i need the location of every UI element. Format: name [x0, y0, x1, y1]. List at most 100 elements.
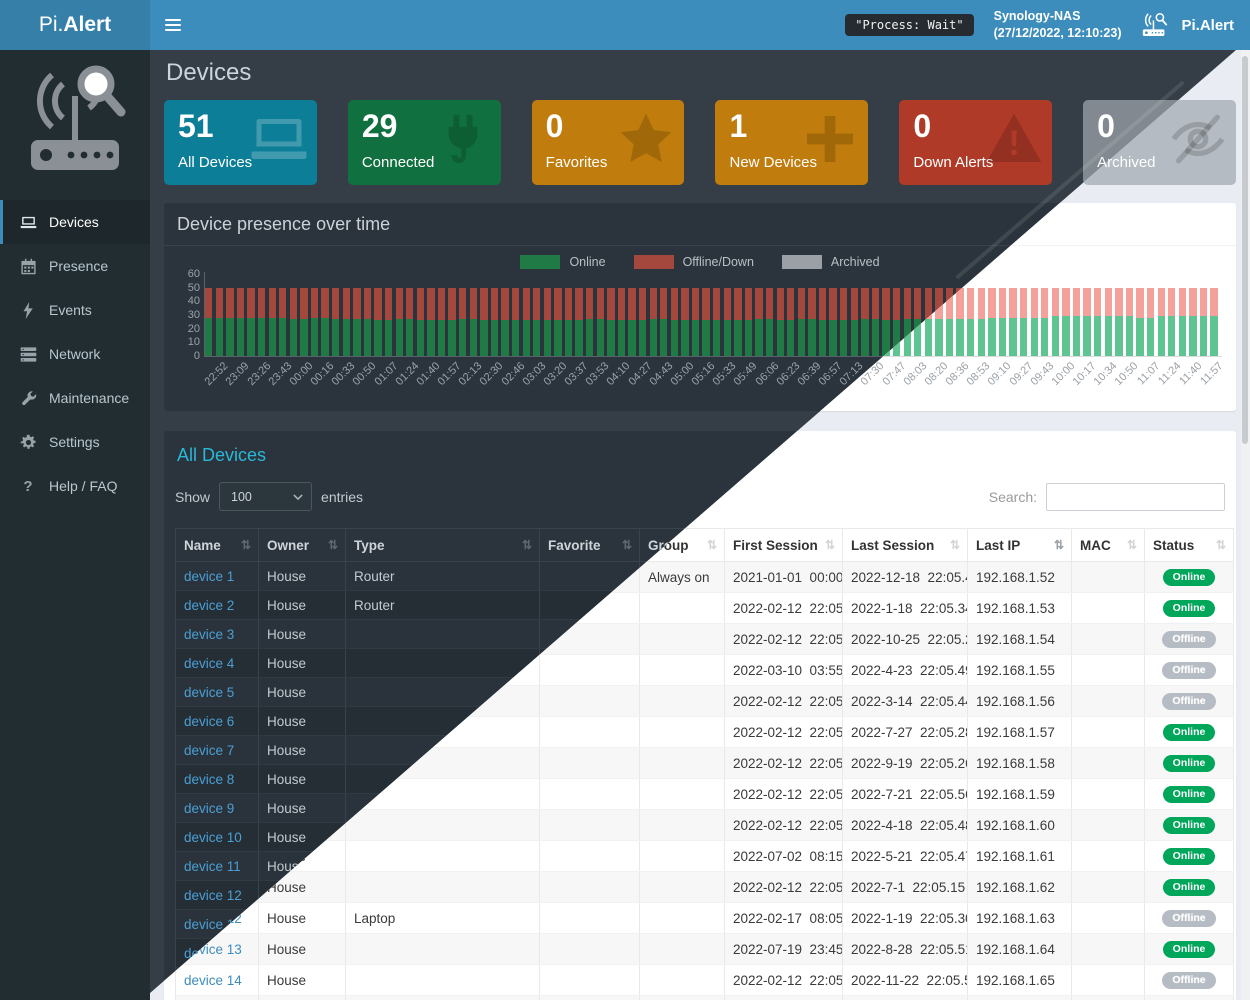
device-name-link[interactable]: device 3 [184, 627, 234, 642]
sidebar-item-label: Events [49, 302, 92, 318]
chart-bar-online-segment [1062, 316, 1069, 356]
entries-select[interactable]: 100 [219, 482, 312, 511]
cell-text: 2022-02-12 22:05 [733, 880, 843, 895]
chart-bar [872, 288, 879, 356]
chart-bar-online-segment [258, 318, 265, 356]
device-name-link[interactable]: device 5 [184, 685, 234, 700]
chart-bar-online-segment [406, 319, 413, 356]
device-name-link[interactable]: device 10 [184, 830, 242, 845]
device-name-link[interactable]: device 2 [184, 598, 234, 613]
chart-bar [205, 288, 212, 356]
chart-bar-online-segment [935, 319, 942, 356]
device-name-link[interactable]: device 14 [184, 973, 242, 988]
sort-icon: ⇅ [1127, 538, 1136, 552]
x-tick-label: 07:47 [880, 360, 908, 388]
sidebar-item-devices[interactable]: Devices [0, 200, 150, 244]
column-header-inner: Owner⇅ [267, 538, 337, 553]
column-header-last-session[interactable]: Last Session⇅ [843, 529, 968, 562]
cell-text: 2022-4-18 22:05.48 [851, 818, 968, 833]
sidebar-toggle-icon[interactable] [150, 0, 196, 50]
cell-owner: House [259, 965, 346, 996]
pialert-logo [0, 50, 150, 186]
column-header-owner[interactable]: Owner⇅ [259, 529, 346, 562]
column-header-first-session[interactable]: First Session⇅ [725, 529, 843, 562]
cell-favorite [540, 965, 640, 996]
legend-item-offline-down[interactable]: Offline/Down [634, 255, 754, 269]
sidebar-item-maintenance[interactable]: Maintenance [0, 376, 150, 420]
cell-name: device 3 [176, 620, 259, 649]
device-name-link[interactable]: device 12 [184, 888, 242, 903]
device-name-link[interactable]: device 7 [184, 743, 234, 758]
card-all-devices[interactable]: 51All Devices [164, 100, 317, 185]
column-header-inner: Status⇅ [1153, 538, 1225, 553]
x-tick-label: 03:03 [520, 360, 548, 388]
device-name-link[interactable]: device 4 [184, 656, 234, 671]
legend-swatch [634, 255, 674, 269]
column-header-status[interactable]: Status⇅ [1145, 529, 1234, 562]
scrollbar-thumb[interactable] [1242, 56, 1248, 444]
cell-owner: House [259, 707, 346, 736]
sidebar-item-events[interactable]: Events [0, 288, 150, 332]
chart-bar-online-segment [734, 320, 741, 356]
device-name-link[interactable]: device 8 [184, 772, 234, 787]
cell-first-session: 2022-02-12 22:05 [725, 779, 843, 810]
table-row: device 15HouseSwitchAlways on2022-02-12 … [176, 996, 1234, 1000]
x-tick-label: 03:53 [584, 360, 612, 388]
chart-bar-online-segment [851, 320, 858, 356]
chart-bar-online-segment [290, 319, 297, 356]
device-name-link[interactable]: device 11 [184, 859, 241, 874]
cell-favorite [540, 996, 640, 1000]
app-logo[interactable]: Pi.Alert [0, 0, 150, 50]
cell-text: 2022-7-1 22:05.15 [851, 880, 965, 895]
cell-first-session: 2022-02-17 08:05 [725, 903, 843, 934]
sidebar-item-presence[interactable]: Presence [0, 244, 150, 288]
column-header-type[interactable]: Type⇅ [346, 529, 540, 562]
cell-text: House [267, 685, 306, 700]
plug-icon [433, 110, 493, 168]
sidebar-item-network[interactable]: Network [0, 332, 150, 376]
chart-bar-online-segment [1158, 316, 1165, 356]
chart-bar-online-segment [491, 320, 498, 356]
vertical-scrollbar[interactable] [1241, 50, 1250, 1000]
nas-name: Synology-NAS [994, 8, 1122, 25]
column-header-name[interactable]: Name⇅ [176, 529, 259, 562]
cell-last-session: 2022-10-25 22:05.23 [843, 624, 968, 655]
device-name-link[interactable]: device 6 [184, 714, 234, 729]
cell-text: 2022-02-12 22:05 [733, 601, 843, 616]
cell-mac [1072, 965, 1145, 996]
chart-bar-online-segment [1031, 318, 1038, 356]
column-header-last-ip[interactable]: Last IP⇅ [968, 529, 1072, 562]
card-connected[interactable]: 29Connected [348, 100, 501, 185]
sidebar-item-help-faq[interactable]: ?Help / FAQ [0, 464, 150, 508]
card-new-devices[interactable]: 1New Devices [715, 100, 868, 185]
cell-mac [1072, 841, 1145, 872]
chart-bar-online-segment [777, 320, 784, 356]
legend-item-online[interactable]: Online [520, 255, 605, 269]
sidebar-item-settings[interactable]: Settings [0, 420, 150, 464]
column-header-label: Type [354, 538, 385, 553]
chart-bar-online-segment [946, 319, 953, 356]
chart-bar [692, 288, 699, 356]
chart-bar-online-segment [724, 320, 731, 356]
device-name-link[interactable]: device 1 [184, 569, 234, 584]
search-input[interactable] [1046, 483, 1225, 511]
cell-favorite [540, 655, 640, 686]
x-tick-label: 09:10 [986, 360, 1014, 388]
column-header-label: MAC [1080, 538, 1111, 553]
cell-type: Router [346, 562, 540, 591]
legend-item-archived[interactable]: Archived [782, 255, 880, 269]
x-tick-label: 10:34 [1092, 360, 1120, 388]
x-tick-label: 11:57 [1198, 360, 1225, 387]
card-favorites[interactable]: 0Favorites [532, 100, 685, 185]
cell-text: 2022-03-10 03:55 [733, 663, 843, 678]
column-header-mac[interactable]: MAC ⇅ [1072, 529, 1145, 562]
chart-bar-online-segment [332, 319, 339, 356]
card-down-alerts[interactable]: 0Down Alerts [899, 100, 1052, 185]
chart-bar [1126, 288, 1133, 356]
x-tick-label: 00:16 [309, 360, 337, 388]
cell-text: House [267, 569, 306, 584]
navbar-right: "Process: Wait" Synology-NAS (27/12/2022… [845, 8, 1250, 42]
column-header-favorite[interactable]: Favorite⇅ [540, 529, 640, 562]
chart-bar [1009, 288, 1016, 356]
device-name-link[interactable]: device 9 [184, 801, 234, 816]
